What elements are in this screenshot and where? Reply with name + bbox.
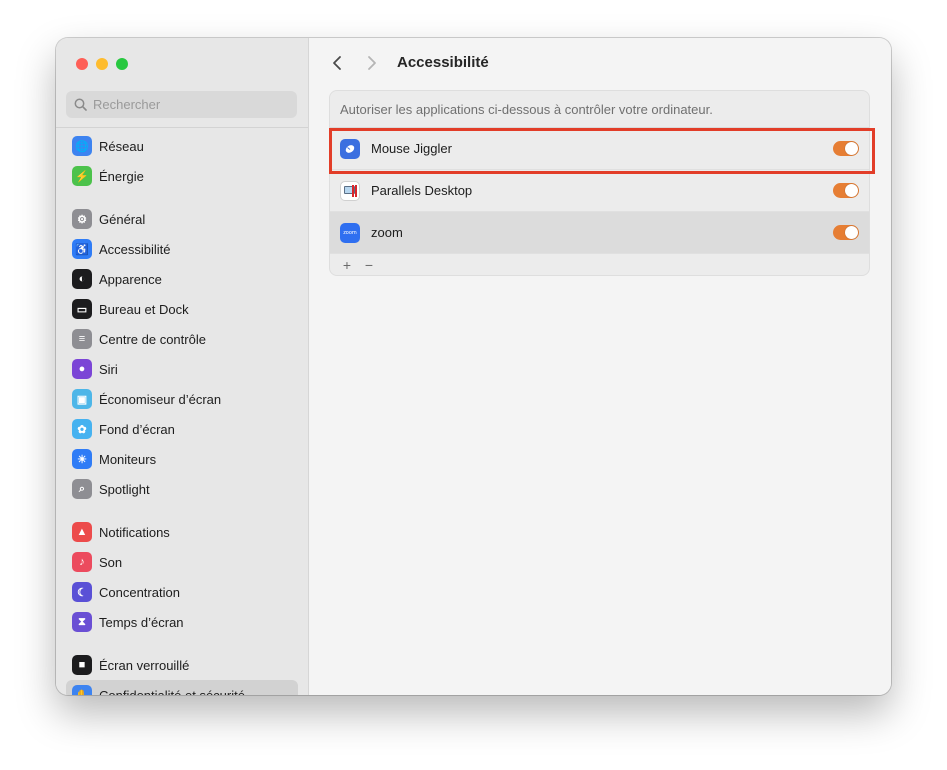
search-input[interactable] [91, 96, 285, 113]
search-icon [74, 98, 87, 111]
toggle-switch[interactable] [833, 141, 859, 156]
screensaver-icon: ▣ [72, 389, 92, 409]
back-button[interactable] [326, 52, 348, 74]
app-row-mouse-jiggler[interactable]: Mouse Jiggler [330, 128, 869, 170]
chevron-right-icon [368, 56, 376, 70]
sidebar-item-label: Réseau [99, 138, 144, 154]
sidebar-item-label: Énergie [99, 168, 144, 184]
battery-icon: ⚡ [72, 166, 92, 186]
app-name: Mouse Jiggler [371, 141, 452, 156]
gear-icon: ⚙ [72, 209, 92, 229]
sidebar-item-label: Écran verrouillé [99, 657, 190, 673]
sidebar-divider [56, 127, 308, 128]
close-button[interactable] [76, 58, 88, 70]
sidebar-item-privacy-hand[interactable]: ✋ Confidentialité et sécurité [66, 680, 298, 695]
toggle-switch[interactable] [833, 225, 859, 240]
sidebar-item-label: Siri [99, 361, 118, 377]
page-title: Accessibilité [397, 54, 489, 71]
sidebar-item-battery[interactable]: ⚡ Énergie [66, 161, 298, 191]
sidebar-item-label: Spotlight [99, 481, 150, 497]
sidebar-item-sound[interactable]: ♪ Son [66, 547, 298, 577]
toggle-switch[interactable] [833, 183, 859, 198]
sidebar-item-control-center[interactable]: ≡ Centre de contrôle [66, 324, 298, 354]
app-name: zoom [371, 225, 403, 240]
settings-window: 🌐 Réseau ⚡ Énergie ⚙ Général ♿ Accessibilité ◐ Ap… [56, 38, 891, 695]
sidebar-item-label: Confidentialité et sécurité [99, 687, 245, 696]
sidebar-item-focus[interactable]: ☾ Concentration [66, 577, 298, 607]
window-controls [76, 58, 128, 70]
minimize-button[interactable] [96, 58, 108, 70]
forward-button[interactable] [361, 52, 383, 74]
wallpaper-icon: ✿ [72, 419, 92, 439]
sidebar-item-label: Concentration [99, 584, 180, 600]
app-name: Parallels Desktop [371, 183, 473, 198]
notifications-icon: ▲ [72, 522, 92, 542]
sidebar-item-label: Notifications [99, 524, 170, 540]
sidebar-nav: 🌐 Réseau ⚡ Énergie ⚙ Général ♿ Accessibilité ◐ Ap… [66, 131, 298, 695]
display-icon: ☀ [72, 449, 92, 469]
control-center-icon: ≡ [72, 329, 92, 349]
sidebar-group-gap [66, 191, 298, 204]
appearance-icon: ◐ [72, 269, 92, 289]
screen-time-icon: ⧗ [72, 612, 92, 632]
sidebar-item-screensaver[interactable]: ▣ Économiseur d’écran [66, 384, 298, 414]
lock-icon: ■ [72, 655, 92, 675]
panel-footer: + − [330, 254, 869, 275]
remove-button[interactable]: − [358, 257, 380, 273]
main-pane: Accessibilité Autoriser les applications… [309, 38, 891, 695]
sidebar-item-gear[interactable]: ⚙ Général [66, 204, 298, 234]
sidebar-item-globe[interactable]: 🌐 Réseau [66, 131, 298, 161]
sidebar-item-wallpaper[interactable]: ✿ Fond d’écran [66, 414, 298, 444]
focus-icon: ☾ [72, 582, 92, 602]
sidebar-item-label: Général [99, 211, 146, 227]
sidebar-item-label: Son [99, 554, 123, 570]
sidebar-item-spotlight[interactable]: ⌕ Spotlight [66, 474, 298, 504]
sidebar-item-accessibility[interactable]: ♿ Accessibilité [66, 234, 298, 264]
search-field[interactable] [66, 91, 297, 118]
apps-panel: Autoriser les applications ci-dessous à … [329, 90, 870, 276]
parallels-desktop-icon [340, 180, 360, 201]
sidebar-item-label: Bureau et Dock [99, 301, 189, 317]
sidebar-item-notifications[interactable]: ▲ Notifications [66, 517, 298, 547]
sidebar-item-label: Accessibilité [99, 241, 171, 257]
sidebar-item-lock[interactable]: ■ Écran verrouillé [66, 650, 298, 680]
sidebar-item-label: Centre de contrôle [99, 331, 206, 347]
sidebar: 🌐 Réseau ⚡ Énergie ⚙ Général ♿ Accessibilité ◐ Ap… [56, 38, 309, 695]
privacy-hand-icon: ✋ [72, 685, 92, 695]
zoom-icon: zoom [340, 222, 360, 243]
spotlight-icon: ⌕ [72, 479, 92, 499]
sidebar-item-label: Économiseur d’écran [99, 391, 222, 407]
sidebar-item-display[interactable]: ☀ Moniteurs [66, 444, 298, 474]
siri-icon: ● [72, 359, 92, 379]
globe-icon: 🌐 [72, 136, 92, 156]
sidebar-item-label: Fond d’écran [99, 421, 175, 437]
add-button[interactable]: + [336, 257, 358, 273]
sidebar-group-gap [66, 637, 298, 650]
app-row-parallels-desktop[interactable]: Parallels Desktop [330, 170, 869, 212]
sidebar-group-gap [66, 504, 298, 517]
dock-icon: ▭ [72, 299, 92, 319]
sidebar-item-appearance[interactable]: ◐ Apparence [66, 264, 298, 294]
chevron-left-icon [333, 56, 341, 70]
accessibility-icon: ♿ [72, 239, 92, 259]
sidebar-item-label: Moniteurs [99, 451, 157, 467]
toolbar: Accessibilité [309, 38, 891, 90]
sidebar-item-screen-time[interactable]: ⧗ Temps d’écran [66, 607, 298, 637]
sound-icon: ♪ [72, 552, 92, 572]
zoom-button[interactable] [116, 58, 128, 70]
app-row-zoom[interactable]: zoom zoom [330, 212, 869, 254]
sidebar-item-siri[interactable]: ● Siri [66, 354, 298, 384]
sidebar-item-label: Temps d’écran [99, 614, 184, 630]
sidebar-item-label: Apparence [99, 271, 162, 287]
panel-description: Autoriser les applications ci-dessous à … [330, 91, 869, 128]
mouse-jiggler-icon [340, 138, 360, 159]
sidebar-item-dock[interactable]: ▭ Bureau et Dock [66, 294, 298, 324]
